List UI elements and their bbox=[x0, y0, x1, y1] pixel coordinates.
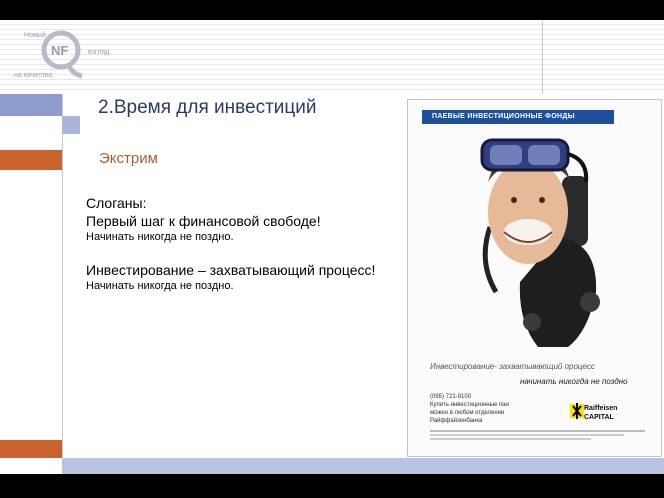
blue-accent-block bbox=[0, 94, 62, 116]
orange-accent-block-bottom bbox=[0, 440, 62, 458]
slogan-2-sub: Начинать никогда не поздно. bbox=[86, 280, 234, 292]
ad-brand-line-2: CAPITAL bbox=[584, 414, 614, 421]
ad-poster-image: ПАЕВЫЕ ИНВЕСТИЦИОННЫЕ ФОНДЫ Инвестирован… bbox=[407, 99, 662, 457]
slogan-1: Первый шаг к финансовой свободе! bbox=[86, 213, 321, 229]
ad-tagline-2: начинать никогда не поздно bbox=[520, 377, 628, 386]
top-letterbox-bar bbox=[0, 0, 664, 20]
blue-accent-square bbox=[62, 116, 80, 134]
logo-word-right: взгляд bbox=[88, 49, 110, 56]
header-panel bbox=[62, 20, 543, 94]
slogan-2: Инвестирование – захватывающий процесс! bbox=[86, 262, 376, 278]
ad-brand-line-1: Raiffeisen bbox=[584, 405, 618, 412]
ad-header-banner: ПАЕВЫЕ ИНВЕСТИЦИОННЫЕ ФОНДЫ bbox=[422, 110, 614, 124]
ad-contact-block: (095) 721-9100 Купить инвестиционные паи… bbox=[430, 393, 525, 425]
bottom-letterbox-bar bbox=[0, 474, 664, 498]
orange-accent-block bbox=[0, 150, 62, 170]
slide-title: 2.Время для инвестиций bbox=[98, 97, 317, 118]
ad-brand-name: Raiffeisen CAPITAL bbox=[584, 404, 617, 422]
ad-fine-print bbox=[430, 430, 645, 440]
slogans-text-block: Слоганы: Первый шаг к финансовой свободе… bbox=[86, 194, 416, 294]
diver-illustration bbox=[480, 138, 600, 347]
slogans-heading: Слоганы: bbox=[86, 195, 147, 211]
slogan-1-sub: Начинать никогда не поздно. bbox=[86, 231, 234, 243]
bottom-blue-band bbox=[62, 458, 664, 474]
svg-text:NF: NF bbox=[51, 43, 68, 58]
slide-subtitle: Экстрим bbox=[99, 150, 158, 167]
ad-tagline: Инвестирование- захватывающий процесс bbox=[430, 362, 595, 371]
ad-phone-note: Купить инвестиционные паи можно в любом … bbox=[430, 402, 509, 424]
nfq-logo-icon: NF bbox=[41, 30, 83, 79]
ad-phone-number: (095) 721-9100 bbox=[430, 394, 472, 400]
